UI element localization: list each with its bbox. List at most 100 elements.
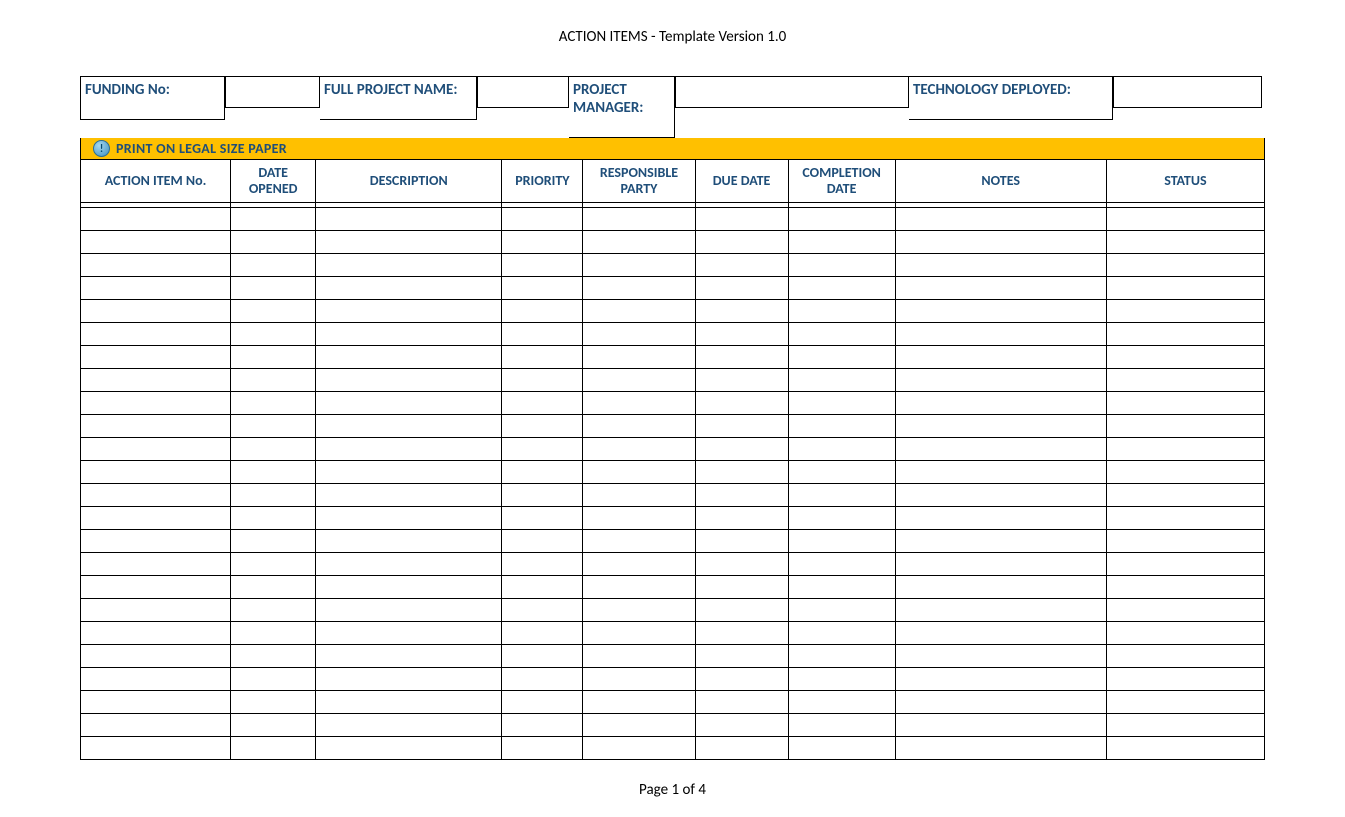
table-cell[interactable] xyxy=(231,576,316,599)
table-cell[interactable] xyxy=(81,438,231,461)
table-cell[interactable] xyxy=(1106,346,1264,369)
table-cell[interactable] xyxy=(583,668,695,691)
table-row[interactable] xyxy=(81,369,1265,392)
table-cell[interactable] xyxy=(316,461,502,484)
table-cell[interactable] xyxy=(695,691,788,714)
table-cell[interactable] xyxy=(788,415,895,438)
table-cell[interactable] xyxy=(583,461,695,484)
table-cell[interactable] xyxy=(231,622,316,645)
table-cell[interactable] xyxy=(231,231,316,254)
table-cell[interactable] xyxy=(316,737,502,760)
table-cell[interactable] xyxy=(583,392,695,415)
table-cell[interactable] xyxy=(895,346,1106,369)
table-row[interactable] xyxy=(81,208,1265,231)
table-cell[interactable] xyxy=(583,691,695,714)
table-cell[interactable] xyxy=(695,645,788,668)
table-cell[interactable] xyxy=(895,461,1106,484)
table-cell[interactable] xyxy=(788,553,895,576)
table-cell[interactable] xyxy=(695,599,788,622)
table-cell[interactable] xyxy=(695,461,788,484)
table-cell[interactable] xyxy=(895,737,1106,760)
table-cell[interactable] xyxy=(788,277,895,300)
table-cell[interactable] xyxy=(231,599,316,622)
table-cell[interactable] xyxy=(583,714,695,737)
table-cell[interactable] xyxy=(231,300,316,323)
table-cell[interactable] xyxy=(788,645,895,668)
table-cell[interactable] xyxy=(895,645,1106,668)
table-cell[interactable] xyxy=(231,714,316,737)
table-cell[interactable] xyxy=(231,461,316,484)
table-cell[interactable] xyxy=(583,415,695,438)
table-cell[interactable] xyxy=(231,553,316,576)
table-row[interactable] xyxy=(81,599,1265,622)
table-cell[interactable] xyxy=(502,438,583,461)
table-row[interactable] xyxy=(81,231,1265,254)
table-cell[interactable] xyxy=(583,438,695,461)
table-cell[interactable] xyxy=(788,576,895,599)
table-cell[interactable] xyxy=(316,438,502,461)
table-cell[interactable] xyxy=(1106,300,1264,323)
table-cell[interactable] xyxy=(788,208,895,231)
table-cell[interactable] xyxy=(895,415,1106,438)
table-cell[interactable] xyxy=(502,530,583,553)
table-cell[interactable] xyxy=(316,254,502,277)
table-cell[interactable] xyxy=(1106,507,1264,530)
table-cell[interactable] xyxy=(81,231,231,254)
table-cell[interactable] xyxy=(695,300,788,323)
table-cell[interactable] xyxy=(316,231,502,254)
table-cell[interactable] xyxy=(1106,622,1264,645)
table-cell[interactable] xyxy=(81,737,231,760)
table-cell[interactable] xyxy=(788,438,895,461)
table-cell[interactable] xyxy=(502,599,583,622)
table-cell[interactable] xyxy=(895,254,1106,277)
table-cell[interactable] xyxy=(1106,553,1264,576)
table-cell[interactable] xyxy=(316,553,502,576)
table-cell[interactable] xyxy=(81,622,231,645)
table-cell[interactable] xyxy=(502,254,583,277)
table-cell[interactable] xyxy=(895,300,1106,323)
table-cell[interactable] xyxy=(895,691,1106,714)
table-cell[interactable] xyxy=(316,599,502,622)
table-cell[interactable] xyxy=(583,346,695,369)
table-cell[interactable] xyxy=(788,530,895,553)
table-cell[interactable] xyxy=(695,254,788,277)
table-row[interactable] xyxy=(81,714,1265,737)
table-cell[interactable] xyxy=(231,415,316,438)
table-cell[interactable] xyxy=(1106,277,1264,300)
table-cell[interactable] xyxy=(502,346,583,369)
table-cell[interactable] xyxy=(583,323,695,346)
table-cell[interactable] xyxy=(788,668,895,691)
table-cell[interactable] xyxy=(1106,438,1264,461)
table-cell[interactable] xyxy=(81,461,231,484)
table-row[interactable] xyxy=(81,737,1265,760)
table-cell[interactable] xyxy=(231,691,316,714)
table-cell[interactable] xyxy=(502,714,583,737)
table-cell[interactable] xyxy=(502,277,583,300)
table-cell[interactable] xyxy=(695,622,788,645)
table-cell[interactable] xyxy=(1106,392,1264,415)
table-cell[interactable] xyxy=(895,231,1106,254)
table-cell[interactable] xyxy=(695,668,788,691)
table-cell[interactable] xyxy=(583,576,695,599)
table-cell[interactable] xyxy=(583,737,695,760)
table-cell[interactable] xyxy=(895,599,1106,622)
table-cell[interactable] xyxy=(583,484,695,507)
table-cell[interactable] xyxy=(583,530,695,553)
table-cell[interactable] xyxy=(1106,576,1264,599)
table-cell[interactable] xyxy=(583,300,695,323)
table-cell[interactable] xyxy=(81,369,231,392)
table-cell[interactable] xyxy=(1106,208,1264,231)
table-cell[interactable] xyxy=(231,277,316,300)
table-cell[interactable] xyxy=(316,507,502,530)
table-cell[interactable] xyxy=(1106,254,1264,277)
table-cell[interactable] xyxy=(316,392,502,415)
table-row[interactable] xyxy=(81,530,1265,553)
table-cell[interactable] xyxy=(895,208,1106,231)
table-cell[interactable] xyxy=(788,737,895,760)
table-cell[interactable] xyxy=(81,346,231,369)
table-cell[interactable] xyxy=(788,622,895,645)
table-row[interactable] xyxy=(81,415,1265,438)
table-cell[interactable] xyxy=(895,438,1106,461)
table-cell[interactable] xyxy=(788,714,895,737)
table-cell[interactable] xyxy=(895,323,1106,346)
